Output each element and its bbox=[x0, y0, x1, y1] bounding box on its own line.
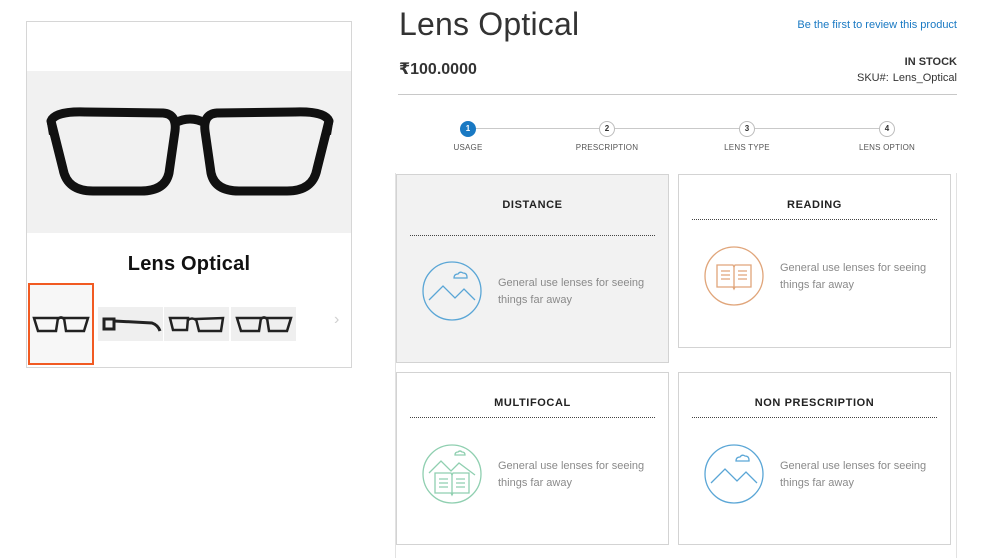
gallery-product-title: Lens Optical bbox=[127, 253, 251, 275]
step-number: 2 bbox=[599, 121, 615, 137]
stock-status: IN STOCK bbox=[904, 56, 957, 68]
review-link[interactable]: Be the first to review this product bbox=[797, 19, 957, 31]
step-lens-option[interactable]: 4 LENS OPTION bbox=[837, 121, 937, 152]
main-product-image[interactable] bbox=[27, 71, 351, 233]
divider bbox=[398, 94, 957, 95]
glasses-image bbox=[46, 107, 334, 196]
thumbnail-front[interactable] bbox=[28, 283, 94, 365]
product-price: ₹100.0000 bbox=[399, 61, 477, 78]
step-lens-type[interactable]: 3 LENS TYPE bbox=[697, 121, 797, 152]
option-reading[interactable]: READING General use lenses for seeing th… bbox=[678, 174, 951, 348]
step-usage[interactable]: 1 USAGE bbox=[418, 121, 518, 152]
option-title: NON PRESCRIPTION bbox=[754, 397, 875, 409]
option-title: READING bbox=[787, 199, 842, 211]
option-multifocal[interactable]: MULTIFOCAL General use lenses for seeing… bbox=[396, 372, 669, 545]
chevron-right-icon[interactable]: › bbox=[334, 311, 339, 329]
sku-label: SKU#: bbox=[856, 72, 889, 84]
option-divider bbox=[692, 219, 937, 220]
option-description: General use lenses for seeing things far… bbox=[780, 460, 927, 489]
option-non-prescription[interactable]: NON PRESCRIPTION General use lenses for … bbox=[678, 372, 951, 545]
sku-value: Lens_Optical bbox=[892, 72, 957, 84]
option-divider bbox=[410, 235, 655, 236]
step-label: LENS OPTION bbox=[859, 143, 915, 152]
glasses-thumb-2-icon bbox=[234, 316, 293, 333]
glasses-angle-thumb-icon bbox=[167, 316, 224, 333]
step-label: PRESCRIPTION bbox=[575, 143, 639, 152]
step-label: USAGE bbox=[453, 143, 483, 152]
option-description: General use lenses for seeing things far… bbox=[780, 262, 927, 291]
product-sku: SKU#: Lens_Optical bbox=[857, 72, 957, 84]
glasses-side-thumb-icon bbox=[102, 317, 161, 332]
option-divider bbox=[692, 417, 937, 418]
thumbnail-strip: › bbox=[28, 283, 350, 365]
thumbnail-side[interactable] bbox=[98, 307, 163, 341]
option-title: MULTIFOCAL bbox=[494, 397, 571, 409]
step-label: LENS TYPE bbox=[724, 143, 770, 152]
mountain-book-icon bbox=[422, 444, 482, 504]
step-number: 3 bbox=[739, 121, 755, 137]
option-distance[interactable]: DISTANCE General use lenses for seeing t… bbox=[396, 174, 669, 363]
mountain-cloud-icon bbox=[704, 444, 764, 504]
step-prescription[interactable]: 2 PRESCRIPTION bbox=[557, 121, 657, 152]
step-number: 4 bbox=[879, 121, 895, 137]
glasses-thumb-icon bbox=[32, 316, 90, 333]
product-title: Lens Optical bbox=[399, 6, 580, 42]
option-description: General use lenses for seeing things far… bbox=[498, 277, 645, 306]
thumbnail-angle[interactable] bbox=[164, 307, 229, 341]
option-divider bbox=[410, 417, 655, 418]
steps-progress-line bbox=[468, 128, 887, 129]
mountain-cloud-icon bbox=[422, 261, 482, 321]
product-gallery: Lens Optical › bbox=[26, 21, 352, 368]
book-icon bbox=[704, 246, 764, 306]
thumbnail-front-2[interactable] bbox=[231, 307, 296, 341]
step-number: 1 bbox=[460, 121, 476, 137]
option-title: DISTANCE bbox=[502, 199, 563, 211]
option-description: General use lenses for seeing things far… bbox=[498, 460, 645, 489]
